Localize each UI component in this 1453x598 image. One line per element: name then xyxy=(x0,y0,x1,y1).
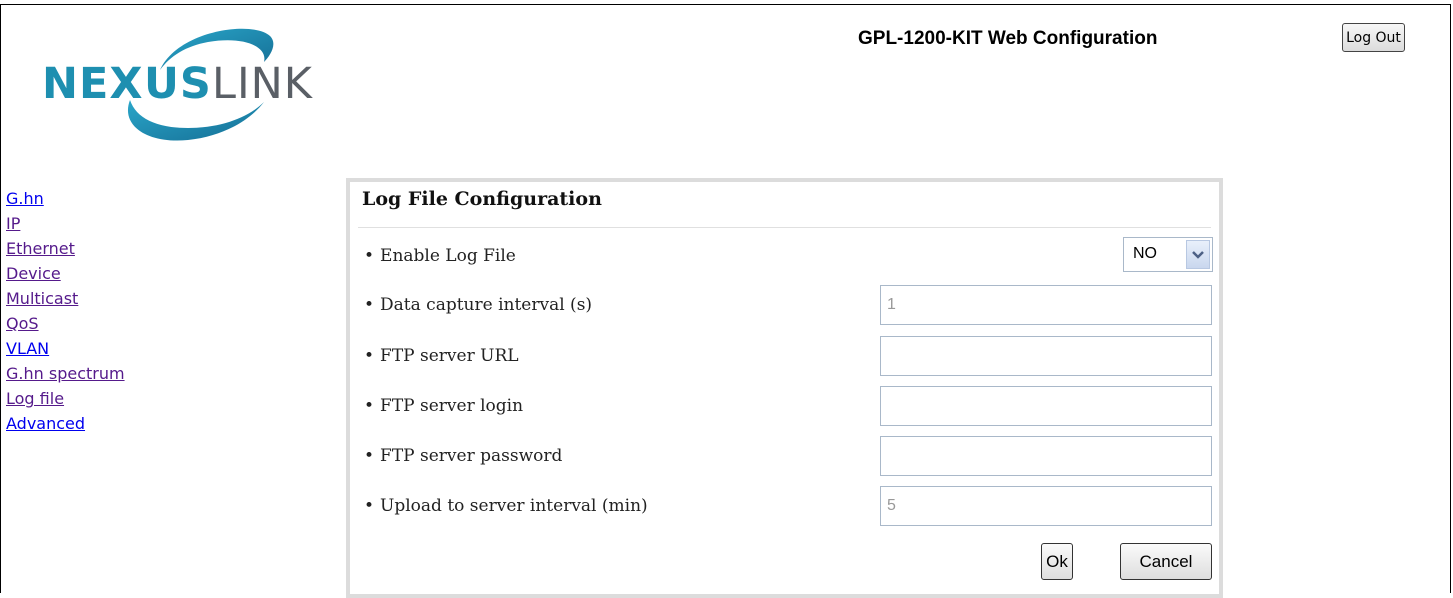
nav-link-advanced[interactable]: Advanced xyxy=(6,411,125,437)
nav-link-multicast[interactable]: Multicast xyxy=(6,286,125,312)
nav-link-ip[interactable]: IP xyxy=(6,211,125,237)
svg-text:LINK: LINK xyxy=(212,59,314,109)
nav-link-vlan[interactable]: VLAN xyxy=(6,336,125,362)
ok-button[interactable]: Ok xyxy=(1041,543,1073,580)
bullet-icon: • xyxy=(364,496,375,516)
chevron-down-icon xyxy=(1192,251,1204,259)
capture-interval-input[interactable] xyxy=(880,285,1212,325)
svg-text:NEX: NEX xyxy=(42,59,144,109)
nav-link-ghn[interactable]: G.hn xyxy=(6,186,125,212)
ftp-password-label: • FTP server password xyxy=(364,446,563,466)
ftp-password-input[interactable] xyxy=(880,436,1212,476)
enable-log-select-value: NO xyxy=(1133,245,1157,262)
sidebar-nav: G.hn IP Ethernet Device Multicast QoS VL… xyxy=(6,186,125,437)
nav-link-ghn-spectrum[interactable]: G.hn spectrum xyxy=(6,361,125,387)
bullet-icon: • xyxy=(364,295,375,315)
nav-link-qos[interactable]: QoS xyxy=(6,311,125,337)
capture-interval-label: • Data capture interval (s) xyxy=(364,295,593,315)
ftp-url-label: • FTP server URL xyxy=(364,346,519,366)
ftp-login-input[interactable] xyxy=(880,386,1212,426)
svg-text:US: US xyxy=(144,59,212,109)
nexuslink-logo: NEX US LINK xyxy=(42,28,314,141)
select-dropdown-button[interactable] xyxy=(1186,240,1210,269)
nav-link-log-file[interactable]: Log file xyxy=(6,386,125,412)
upload-interval-label: • Upload to server interval (min) xyxy=(364,496,648,516)
panel-divider xyxy=(358,227,1211,228)
nav-link-ethernet[interactable]: Ethernet xyxy=(6,236,125,262)
bullet-icon: • xyxy=(364,346,375,366)
cancel-button[interactable]: Cancel xyxy=(1120,543,1212,580)
bullet-icon: • xyxy=(364,246,375,266)
enable-log-label: • Enable Log File xyxy=(364,246,516,266)
nav-link-device[interactable]: Device xyxy=(6,261,125,287)
page-title: GPL-1200-KIT Web Configuration xyxy=(858,28,1158,49)
bullet-icon: • xyxy=(364,396,375,416)
bullet-icon: • xyxy=(364,446,375,466)
ftp-login-label: • FTP server login xyxy=(364,396,524,416)
upload-interval-input[interactable] xyxy=(880,486,1212,526)
panel-title: Log File Configuration xyxy=(362,188,602,210)
enable-log-select[interactable]: NO xyxy=(1123,237,1213,272)
log-file-config-panel: Log File Configuration • Enable Log File … xyxy=(346,178,1223,598)
logout-button[interactable]: Log Out xyxy=(1342,23,1405,52)
ftp-url-input[interactable] xyxy=(880,336,1212,376)
